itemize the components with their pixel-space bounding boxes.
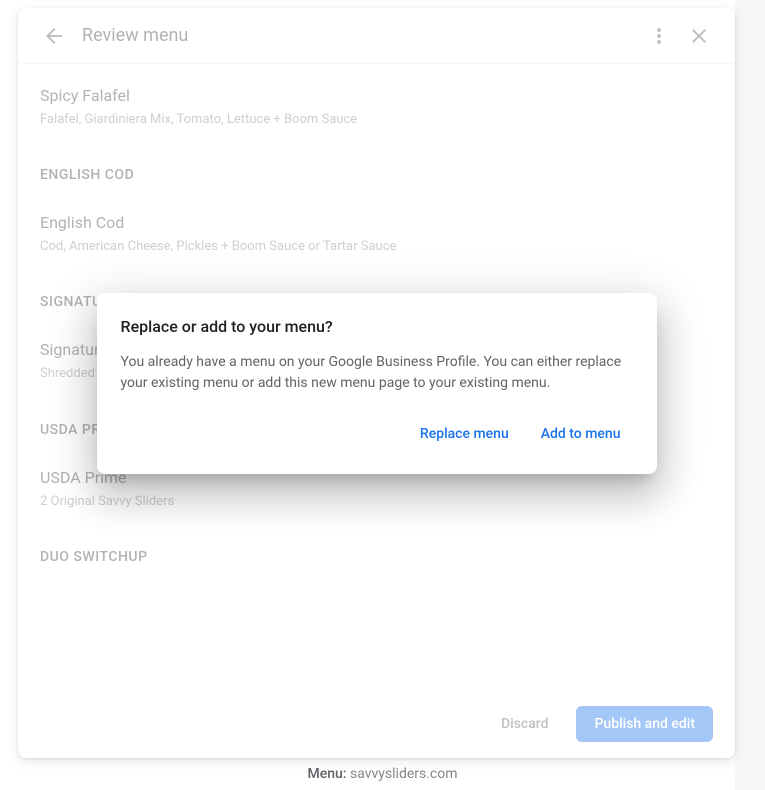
dialog-body: You already have a menu on your Google B… bbox=[121, 352, 633, 394]
review-menu-panel: Review menu Spicy Falafel Falafel, Giard… bbox=[18, 8, 735, 758]
dialog-actions: Replace menu Add to menu bbox=[121, 418, 633, 450]
replace-dialog: Replace or add to your menu? You already… bbox=[97, 293, 657, 474]
bottom-caption: Menu: savvysliders.com bbox=[0, 766, 765, 782]
dialog-scrim: Replace or add to your menu? You already… bbox=[18, 8, 735, 758]
bottom-value: savvysliders.com bbox=[350, 766, 458, 782]
add-to-menu-button[interactable]: Add to menu bbox=[529, 418, 633, 450]
replace-menu-button[interactable]: Replace menu bbox=[408, 418, 521, 450]
right-edge-strip bbox=[735, 0, 765, 790]
bottom-label: Menu: bbox=[307, 766, 346, 782]
dialog-title: Replace or add to your menu? bbox=[121, 317, 633, 336]
